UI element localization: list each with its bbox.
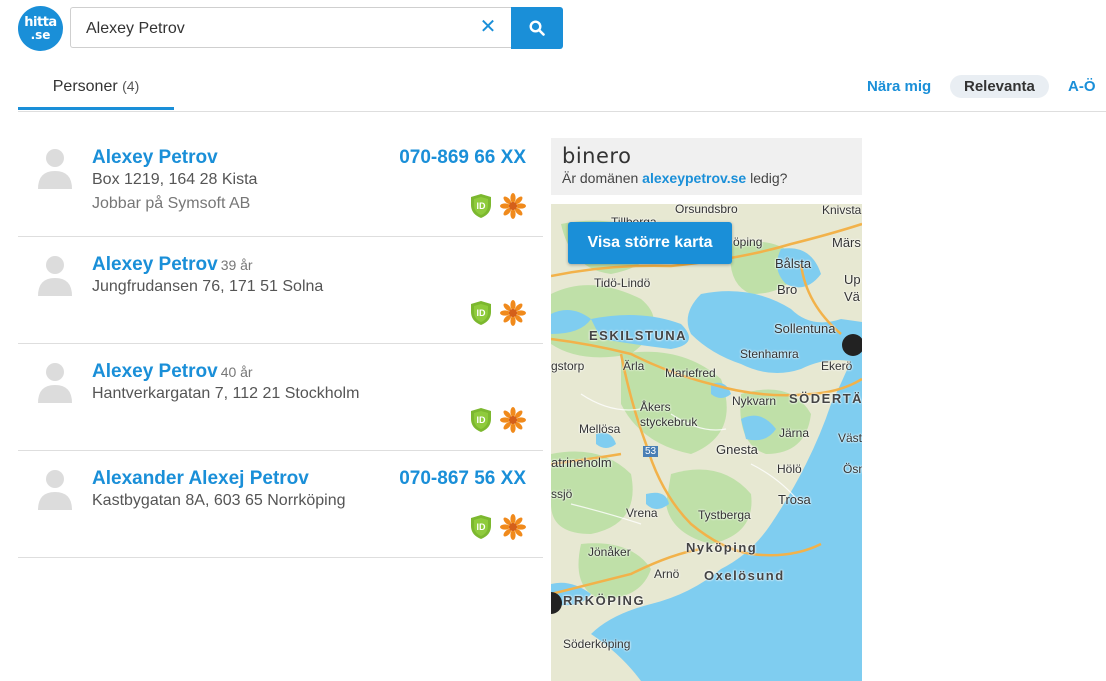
clear-icon[interactable]: ✕ [479, 17, 497, 37]
svg-text:ID: ID [477, 201, 487, 211]
map-label: RRKÖPING [563, 593, 646, 608]
sort-relevant[interactable]: Relevanta [950, 75, 1049, 98]
results-list: Alexey Petrov Box 1219, 164 28 Kista Job… [18, 130, 543, 558]
id-verified-icon[interactable]: ID [469, 193, 493, 219]
map-label: Hölö [777, 462, 802, 476]
person-avatar-icon [38, 363, 72, 403]
map-label: Örsundsbro [675, 204, 738, 216]
search-icon [529, 20, 545, 36]
map-label: Väst [838, 431, 862, 445]
person-age: 39 år [220, 257, 253, 273]
map-label: ESKILSTUNA [589, 328, 688, 343]
badges: ID [469, 407, 526, 433]
map-label: Gnesta [716, 442, 758, 457]
search-box: ✕ [70, 7, 511, 48]
map-label: styckebruk [640, 415, 698, 429]
svg-text:ID: ID [477, 522, 487, 532]
map-label: Jönåker [588, 545, 631, 559]
map-label: öping [733, 235, 763, 249]
person-avatar-icon [38, 470, 72, 510]
map-label: Up [844, 272, 861, 287]
tab-bar: Personer (4) Nära mig Relevanta A-Ö [18, 64, 1106, 112]
person-name[interactable]: Alexander Alexej Petrov [92, 468, 312, 490]
map-label: Nyköping [686, 540, 758, 555]
map-label: Ärla [623, 359, 645, 373]
map-label: SÖDERTÄ [789, 391, 862, 406]
map-label: Arnö [654, 567, 680, 581]
badges: ID [469, 514, 526, 540]
svg-text:ID: ID [477, 308, 487, 318]
map-label: ssjö [551, 487, 573, 501]
map-label: Bålsta [775, 256, 812, 271]
map-label: Nykvarn [732, 394, 777, 408]
map-pin-icon[interactable] [842, 334, 862, 356]
tab-persons-count: (4) [122, 78, 140, 94]
map-label: Trosa [778, 492, 811, 507]
result-row[interactable]: Alexey Petrov 40 år Hantverkargatan 7, 11… [18, 344, 543, 451]
map-label: Åkers [640, 400, 671, 414]
person-name[interactable]: Alexey Petrov 39 år [92, 254, 253, 276]
map[interactable]: 53 Örsundsbro Knivsta Tillberga öping Mä… [551, 204, 862, 681]
flower-icon[interactable] [500, 193, 526, 219]
flower-icon[interactable] [500, 514, 526, 540]
map-label: Mariefred [665, 366, 716, 380]
person-name[interactable]: Alexey Petrov [92, 147, 221, 169]
person-age: 40 år [220, 364, 253, 380]
person-avatar-icon [38, 149, 72, 189]
search-button[interactable] [511, 7, 563, 49]
show-larger-map-button[interactable]: Visa större karta [568, 222, 732, 264]
person-address: Hantverkargatan 7, 112 21 Stockholm [92, 385, 360, 402]
map-label: Söderköping [563, 637, 631, 651]
map-label: Vrena [626, 506, 658, 520]
hitta-logo[interactable]: hitta .se [18, 6, 63, 51]
map-label: Märs [832, 235, 861, 250]
logo-text-domain: .se [30, 28, 51, 42]
map-label: Vä [844, 289, 860, 304]
result-row[interactable]: Alexander Alexej Petrov Kastbygatan 8A, … [18, 451, 543, 558]
sort-near-me[interactable]: Nära mig [867, 78, 931, 95]
road-shield-53: 53 [643, 446, 659, 457]
badges: ID [469, 300, 526, 326]
tab-persons[interactable]: Personer (4) [18, 64, 174, 110]
map-label: Mellösa [579, 422, 621, 436]
map-label: Knivsta [822, 204, 862, 217]
map-label: Ekerö [821, 359, 853, 373]
map-label: Oxelösund [704, 568, 785, 583]
person-phone[interactable]: 070-869 66 XX [399, 147, 526, 169]
person-phone[interactable]: 070-867 56 XX [399, 468, 526, 490]
person-avatar-icon [38, 256, 72, 296]
binero-logo: binero [562, 144, 632, 168]
map-label: Ösn [843, 462, 862, 476]
map-label: Stenhamra [740, 347, 799, 361]
person-name[interactable]: Alexey Petrov 40 år [92, 361, 253, 383]
id-verified-icon[interactable]: ID [469, 407, 493, 433]
map-label: Sollentuna [774, 321, 836, 336]
id-verified-icon[interactable]: ID [469, 300, 493, 326]
badges: ID [469, 193, 526, 219]
map-label: Järna [779, 426, 810, 440]
map-label: atrineholm [551, 455, 612, 470]
person-address: Kastbygatan 8A, 603 65 Norrköping [92, 492, 346, 509]
svg-text:ID: ID [477, 415, 487, 425]
person-work: Jobbar på Symsoft AB [92, 195, 251, 212]
ad-domain-link[interactable]: alexeypetrov.se [642, 170, 746, 186]
search-input[interactable] [84, 17, 468, 41]
map-label: Tystberga [698, 508, 751, 522]
result-row[interactable]: Alexey Petrov 39 år Jungfrudansen 76, 171… [18, 237, 543, 344]
sort-alphabetical[interactable]: A-Ö [1068, 78, 1096, 95]
binero-ad[interactable]: binero Är domänen alexeypetrov.se ledig? [551, 138, 862, 195]
id-verified-icon[interactable]: ID [469, 514, 493, 540]
flower-icon[interactable] [500, 407, 526, 433]
flower-icon[interactable] [500, 300, 526, 326]
result-row[interactable]: Alexey Petrov Box 1219, 164 28 Kista Job… [18, 130, 543, 237]
map-label: gstorp [551, 359, 585, 373]
ad-text: Är domänen alexeypetrov.se ledig? [562, 170, 788, 186]
map-label: Bro [777, 282, 798, 297]
map-label: Tidö-Lindö [594, 276, 651, 290]
person-address: Jungfrudansen 76, 171 51 Solna [92, 278, 324, 295]
tab-persons-label: Personer [52, 78, 118, 95]
person-address: Box 1219, 164 28 Kista [92, 171, 258, 188]
